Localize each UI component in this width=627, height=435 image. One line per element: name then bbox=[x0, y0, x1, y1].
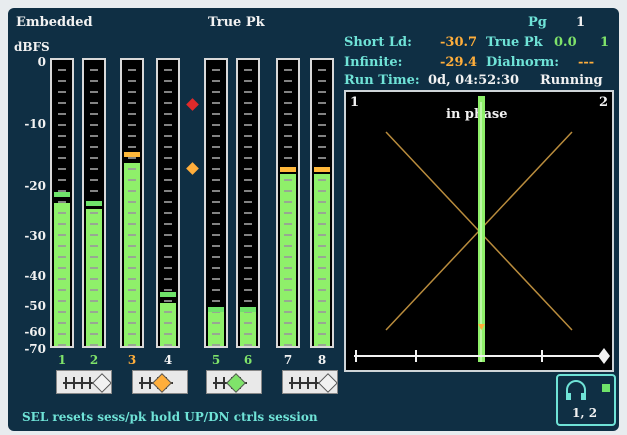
pair-control-tick bbox=[315, 377, 317, 389]
pair-control-tick bbox=[73, 377, 75, 389]
balance-diamond-icon bbox=[226, 373, 246, 393]
infinite-label: Infinite: bbox=[344, 55, 403, 70]
true-pk-channel: 1 bbox=[600, 35, 610, 50]
short-ld-label: Short Ld: bbox=[344, 35, 412, 50]
meter-ticks bbox=[284, 60, 292, 346]
pair-control-4[interactable] bbox=[282, 370, 338, 394]
pair-control-2[interactable] bbox=[132, 370, 188, 394]
headphone-active-indicator bbox=[602, 384, 610, 392]
scale-label-10: -10 bbox=[24, 117, 46, 131]
channel-label-5: 5 bbox=[211, 353, 221, 367]
mode-label: True Pk bbox=[208, 15, 265, 30]
meter-ticks bbox=[244, 60, 252, 346]
true-pk-value: 0.0 bbox=[554, 35, 577, 50]
dialnorm-value: --- bbox=[578, 55, 595, 70]
target-level-marker bbox=[186, 162, 199, 175]
balance-diamond-icon bbox=[92, 373, 112, 393]
audio-meter-screen: Embedded True Pk dBFS Pg 1 Short Ld: -30… bbox=[8, 8, 619, 431]
headphone-pair-label: 1, 2 bbox=[572, 406, 598, 420]
scale-label-20: -20 bbox=[24, 179, 46, 193]
pair-control-tick bbox=[223, 377, 225, 389]
meter-channel-5 bbox=[204, 58, 228, 348]
channel-label-1: 1 bbox=[57, 353, 67, 367]
pair-control-tick bbox=[291, 377, 293, 389]
page-value: 1 bbox=[576, 15, 586, 30]
peak-hold-indicator bbox=[280, 167, 296, 172]
headphone-source-box[interactable]: 1, 2 bbox=[556, 374, 616, 426]
status-hint: SEL resets sess/pk hold UP/DN ctrls sess… bbox=[22, 410, 318, 424]
meter-ticks bbox=[318, 60, 326, 346]
pair-control-3[interactable] bbox=[206, 370, 262, 394]
channel-label-8: 8 bbox=[317, 353, 327, 367]
headphone-icon bbox=[566, 380, 586, 400]
max-peak-marker bbox=[186, 98, 199, 111]
meter-ticks bbox=[212, 60, 220, 346]
balance-diamond-icon bbox=[318, 373, 338, 393]
lissajous-display: 1 2 in phase bbox=[344, 90, 614, 372]
pair-control-tick bbox=[81, 377, 83, 389]
balance-diamond-icon bbox=[152, 373, 172, 393]
pair-control-tick bbox=[65, 377, 67, 389]
meter-channel-6 bbox=[236, 58, 260, 348]
units-label: dBFS bbox=[14, 40, 50, 54]
meter-ticks bbox=[58, 60, 66, 346]
infinite-value: -29.4 bbox=[440, 55, 478, 70]
meter-ticks bbox=[164, 60, 172, 346]
channel-label-2: 2 bbox=[89, 353, 99, 367]
peak-hold-indicator bbox=[314, 167, 330, 172]
pair-control-tick bbox=[215, 377, 217, 389]
channel-label-7: 7 bbox=[283, 353, 293, 367]
pair-control-tick bbox=[307, 377, 309, 389]
true-pk-label: True Pk bbox=[486, 35, 543, 50]
pair-control-tick bbox=[141, 377, 143, 389]
meter-ticks bbox=[128, 60, 136, 346]
scale-label-50: -50 bbox=[24, 299, 46, 313]
page-label: Pg bbox=[528, 15, 547, 30]
scale-label-60: -60 bbox=[24, 325, 46, 339]
scale-label-30: -30 bbox=[24, 229, 46, 243]
pair-control-tick bbox=[299, 377, 301, 389]
meter-channel-4 bbox=[156, 58, 180, 348]
channel-label-4: 4 bbox=[163, 353, 173, 367]
pair-control-1[interactable] bbox=[56, 370, 112, 394]
peak-hold-indicator bbox=[240, 307, 256, 312]
short-ld-value: -30.7 bbox=[440, 35, 478, 50]
phase-plot bbox=[354, 96, 610, 364]
scale-label-0: 0 bbox=[37, 55, 46, 69]
run-time-value: 0d, 04:52:30 bbox=[428, 73, 520, 88]
peak-hold-indicator bbox=[124, 152, 140, 157]
meter-channel-8 bbox=[310, 58, 334, 348]
dialnorm-label: Dialnorm: bbox=[486, 55, 560, 70]
run-state: Running bbox=[540, 73, 603, 88]
pair-control-tick bbox=[89, 377, 91, 389]
meter-channel-2 bbox=[82, 58, 106, 348]
scale-label-40: -40 bbox=[24, 269, 46, 283]
channel-label-3: 3 bbox=[127, 353, 137, 367]
channel-label-6: 6 bbox=[243, 353, 253, 367]
scale-label-70: -70 bbox=[24, 342, 46, 356]
balance-diamond bbox=[598, 348, 610, 364]
source-label: Embedded bbox=[16, 15, 93, 30]
pair-control-tick bbox=[149, 377, 151, 389]
meter-channel-3 bbox=[120, 58, 144, 348]
monitor-bezel: Embedded True Pk dBFS Pg 1 Short Ld: -30… bbox=[0, 0, 627, 435]
meter-channel-7 bbox=[276, 58, 300, 348]
peak-hold-indicator bbox=[160, 292, 176, 297]
peak-hold-indicator bbox=[86, 201, 102, 206]
peak-hold-indicator bbox=[208, 307, 224, 312]
run-time-label: Run Time: bbox=[344, 73, 420, 88]
peak-hold-indicator bbox=[54, 192, 70, 197]
meter-channel-1 bbox=[50, 58, 74, 348]
